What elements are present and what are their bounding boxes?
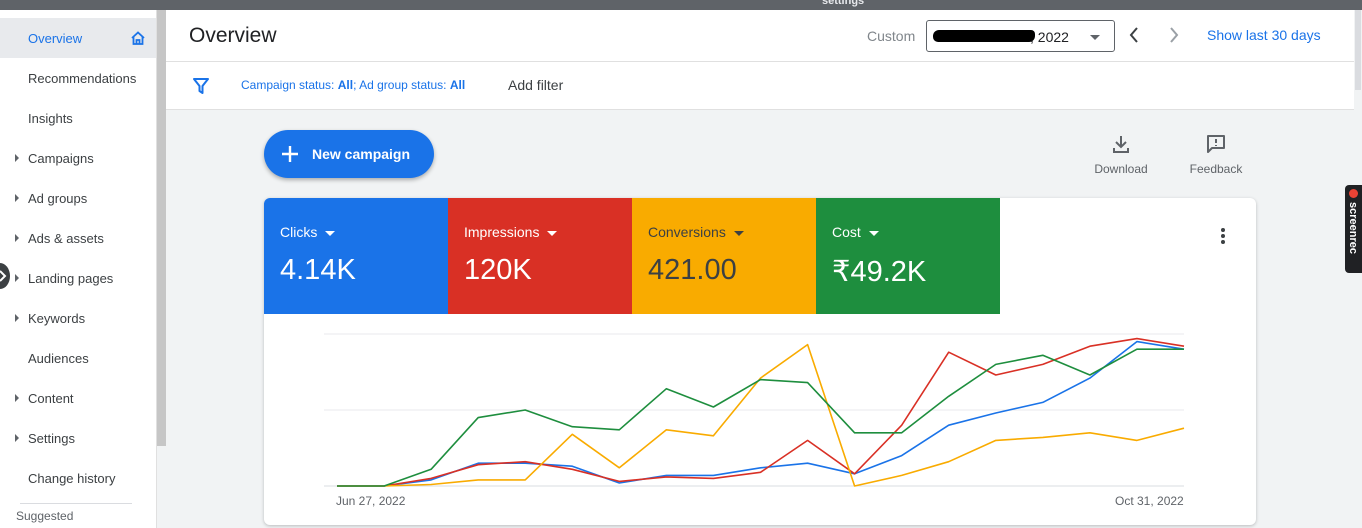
sidebar-item-campaigns[interactable]: Campaigns	[0, 138, 156, 178]
sidebar-item-label: Recommendations	[28, 70, 137, 86]
chevron-right-icon[interactable]	[1168, 25, 1180, 45]
sidebar-suggested-label: Suggested	[16, 509, 74, 523]
sidebar-item-ads-assets[interactable]: Ads & assets	[0, 218, 156, 258]
redacted-date-text	[933, 30, 1035, 42]
sidebar-item-insights[interactable]: Insights	[0, 98, 156, 138]
feedback-label: Feedback	[1189, 162, 1243, 176]
campaign-status-label: Campaign status:	[241, 78, 335, 92]
expand-arrow-icon	[15, 154, 19, 162]
sidebar-item-content[interactable]: Content	[0, 378, 156, 418]
metric-label: Conversions	[648, 224, 726, 240]
performance-line-chart	[324, 333, 1185, 487]
chart-series-0	[337, 340, 1185, 487]
new-campaign-button[interactable]: New campaign	[264, 130, 434, 178]
download-button[interactable]: Download	[1081, 134, 1161, 182]
dropdown-caret-icon	[1090, 35, 1100, 40]
sidebar-item-label: Campaigns	[28, 150, 94, 166]
page-header: Overview Custom , 2022 Show last 30 days	[166, 10, 1354, 62]
metric-label: Cost	[832, 224, 861, 240]
metric-value: 421.00	[648, 254, 737, 286]
date-range-select[interactable]: , 2022	[926, 20, 1115, 52]
download-icon	[1113, 136, 1129, 153]
ad-group-status-value: All	[449, 78, 466, 92]
metric-label: Impressions	[464, 224, 540, 240]
sidebar-item-label: Content	[28, 390, 74, 406]
metric-value: ₹49.2K	[832, 256, 927, 288]
metric-tile-conversions[interactable]: Conversions 421.00	[632, 198, 816, 314]
home-icon	[131, 31, 145, 45]
sidebar-item-label: Insights	[28, 110, 73, 126]
metric-value: 120K	[464, 254, 532, 286]
sidebar-item-audiences[interactable]: Audiences	[0, 338, 156, 378]
screenrec-extension-tab[interactable]: screenrec	[1345, 185, 1362, 273]
sidebar: Overview Recommendations Insights Campaigns…	[0, 10, 157, 528]
sidebar-item-label: Landing pages	[28, 270, 114, 286]
x-axis-end-label: Oct 31, 2022	[1115, 494, 1184, 508]
expand-arrow-icon	[15, 434, 19, 442]
chart-series-2	[337, 343, 1185, 487]
metric-value: 4.14K	[280, 254, 356, 286]
plus-icon	[282, 146, 298, 162]
overview-performance-card: Clicks 4.14K Impressions 120K Conversion…	[264, 198, 1256, 525]
new-campaign-label: New campaign	[312, 146, 411, 162]
sidebar-item-label: Overview	[28, 30, 83, 46]
chevron-left-icon[interactable]	[1128, 25, 1140, 45]
expand-arrow-icon	[15, 194, 19, 202]
dropdown-caret-icon[interactable]	[547, 230, 558, 236]
window-title-strip: settings	[0, 0, 1362, 10]
more-options-icon[interactable]	[1219, 226, 1227, 246]
campaign-status-value: All	[337, 78, 354, 92]
dropdown-caret-icon[interactable]	[868, 230, 879, 236]
sidebar-item-label: Ad groups	[28, 190, 88, 206]
filter-bar: Campaign status: All; Ad group status: A…	[166, 62, 1354, 110]
metric-tile-cost[interactable]: Cost ₹49.2K	[816, 198, 1000, 314]
record-icon	[1349, 189, 1358, 198]
chart-series-3	[337, 348, 1184, 487]
sidebar-item-label: Keywords	[28, 310, 86, 326]
expand-arrow-icon	[15, 274, 19, 282]
ad-group-status-label: Ad group status:	[359, 78, 447, 92]
sidebar-item-label: Ads & assets	[28, 230, 104, 246]
download-label: Download	[1094, 162, 1148, 176]
sidebar-scrollbar[interactable]	[157, 10, 166, 446]
active-filters[interactable]: Campaign status: All; Ad group status: A…	[241, 78, 465, 92]
metric-tile-clicks[interactable]: Clicks 4.14K	[264, 198, 448, 314]
expand-arrow-icon	[15, 234, 19, 242]
date-range-value: , 2022	[1030, 29, 1069, 45]
sidebar-item-settings[interactable]: Settings	[0, 418, 156, 458]
feedback-button[interactable]: Feedback	[1176, 134, 1256, 182]
sidebar-item-label: Change history	[28, 470, 116, 486]
sidebar-item-label: Settings	[28, 430, 75, 446]
chevron-right-icon	[0, 270, 7, 282]
sidebar-item-landing-pages[interactable]: Landing pages	[0, 258, 156, 298]
dropdown-caret-icon[interactable]	[733, 230, 744, 236]
sidebar-item-recommendations[interactable]: Recommendations	[0, 58, 156, 98]
screenrec-label: screenrec	[1347, 202, 1359, 254]
metric-label: Clicks	[280, 224, 318, 240]
x-axis-start-label: Jun 27, 2022	[336, 494, 406, 508]
sidebar-item-keywords[interactable]: Keywords	[0, 298, 156, 338]
expand-arrow-icon	[15, 314, 19, 322]
page-title: Overview	[189, 24, 277, 47]
metric-tile-impressions[interactable]: Impressions 120K	[448, 198, 632, 314]
sidebar-item-overview[interactable]: Overview	[0, 18, 156, 58]
window-title: settings	[822, 0, 865, 7]
page-scrollbar-thumb[interactable]	[1355, 10, 1361, 90]
sidebar-item-label: Audiences	[28, 350, 89, 366]
filter-icon[interactable]	[193, 77, 209, 95]
date-mode-label: Custom	[867, 28, 916, 44]
expand-arrow-icon	[15, 394, 19, 402]
show-last-30-days-link[interactable]: Show last 30 days	[1207, 27, 1321, 43]
sidebar-item-change-history[interactable]: Change history	[0, 458, 156, 498]
feedback-icon	[1207, 135, 1225, 153]
sidebar-divider	[20, 503, 132, 504]
dropdown-caret-icon[interactable]	[325, 230, 336, 236]
sidebar-item-ad-groups[interactable]: Ad groups	[0, 178, 156, 218]
add-filter-button[interactable]: Add filter	[508, 77, 563, 93]
